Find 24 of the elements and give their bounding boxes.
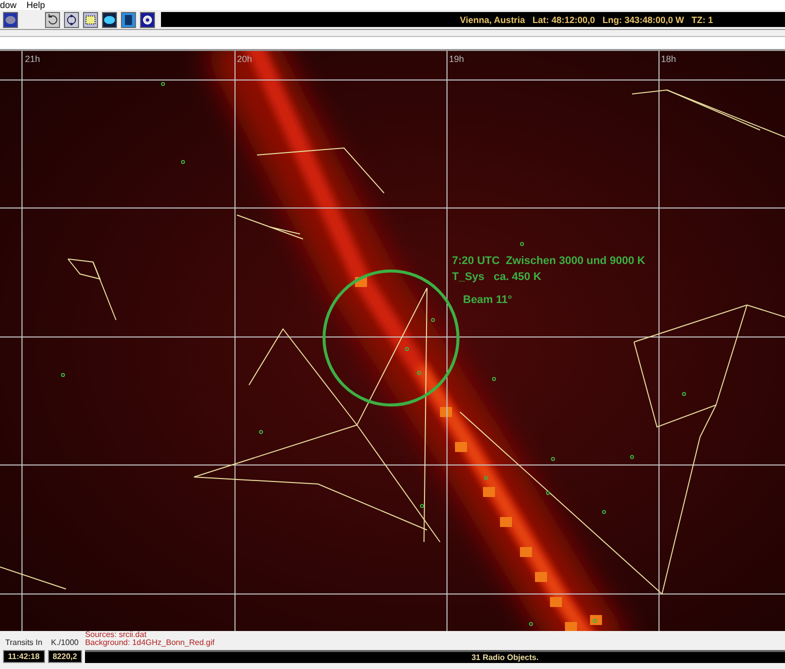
location-display: Vienna, Austria Lat: 48:12:00,0 Lng: 343:48:00,0 W TZ: 1 (161, 12, 785, 27)
value-display: 11:42:18 (3, 650, 45, 663)
menu-item[interactable]: dow (0, 0, 17, 10)
sky-view-icon[interactable] (102, 12, 117, 28)
panel-icon[interactable] (121, 12, 136, 28)
selection-icon[interactable] (83, 12, 98, 28)
rotate-icon[interactable] (64, 12, 79, 28)
annotation-text: T_Sys ca. 450 K (452, 271, 542, 283)
field-label: Transits In (5, 638, 42, 648)
background-text: Background: 1d4GHz_Bonn_Red.gif (85, 639, 216, 647)
hour-label: 20h (237, 54, 252, 64)
undo-icon[interactable] (45, 12, 60, 28)
status-bar: 31 Radio Objects. (85, 650, 785, 663)
value-display: 8220,2 (48, 650, 82, 663)
menu-item[interactable]: Help (26, 0, 46, 10)
field-label: K./1000 (51, 638, 79, 648)
hour-label: 18h (661, 54, 676, 64)
target-icon[interactable] (140, 12, 155, 28)
annotation-text: Beam 11° (463, 294, 512, 306)
annotation-text: 7:20 UTC Zwischen 3000 und 9000 K (452, 255, 646, 267)
hour-label: 19h (449, 54, 464, 64)
globe-icon[interactable] (3, 12, 18, 28)
hour-label: 21h (25, 54, 40, 64)
sources-text: Sources: srcii.dat (85, 631, 148, 639)
